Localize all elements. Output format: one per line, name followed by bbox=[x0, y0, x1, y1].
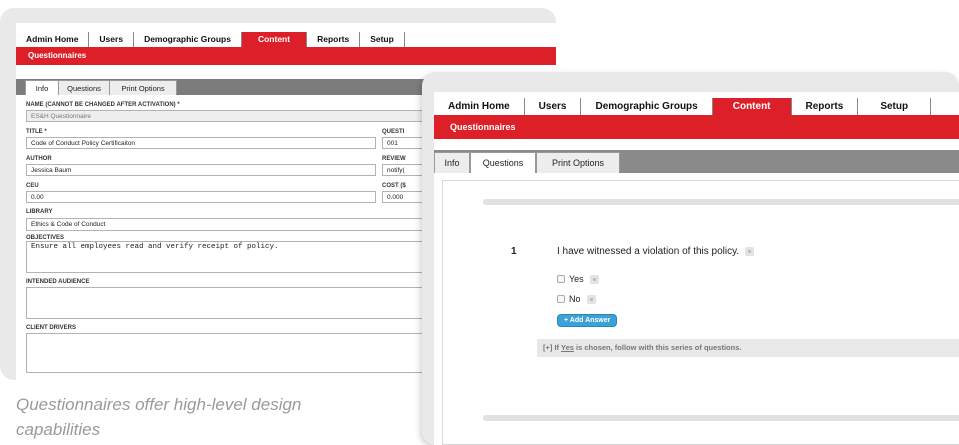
question-text-row[interactable]: I have witnessed a violation of this pol… bbox=[557, 246, 755, 257]
tab-print-options[interactable]: Print Options bbox=[109, 80, 177, 95]
nav-users[interactable]: Users bbox=[89, 32, 135, 47]
nav-content[interactable]: Content bbox=[712, 98, 792, 115]
subtab-bar: Info Questions Print Options bbox=[434, 150, 959, 173]
section-divider bbox=[483, 199, 959, 205]
tab-questions[interactable]: Questions bbox=[58, 80, 110, 95]
edit-icon[interactable] bbox=[586, 294, 596, 304]
nav-demographic-groups[interactable]: Demographic Groups bbox=[581, 98, 713, 115]
question-text: I have witnessed a violation of this pol… bbox=[557, 246, 740, 257]
nav-setup[interactable]: Setup bbox=[858, 98, 932, 115]
name-label: NAME (CANNOT BE CHANGED AFTER ACTIVATION… bbox=[26, 102, 180, 108]
tab-info[interactable]: Info bbox=[25, 80, 59, 95]
audience-label: INTENDED AUDIENCE bbox=[26, 279, 90, 285]
ceu-label: CEU bbox=[26, 183, 39, 189]
nav-users[interactable]: Users bbox=[525, 98, 582, 115]
top-nav: Admin Home Users Demographic Groups Cont… bbox=[434, 98, 959, 116]
question-editor: 1 I have witnessed a violation of this p… bbox=[442, 180, 959, 445]
nav-demographic-groups[interactable]: Demographic Groups bbox=[134, 32, 242, 47]
tab-questions[interactable]: Questions bbox=[470, 152, 536, 173]
nav-reports[interactable]: Reports bbox=[307, 32, 361, 47]
answer-label: No bbox=[569, 294, 581, 304]
author-label: AUTHOR bbox=[26, 156, 52, 162]
follow-suffix: is chosen, follow with this series of qu… bbox=[576, 343, 742, 352]
edit-icon[interactable] bbox=[745, 246, 755, 256]
follow-up-rule[interactable]: [+] If Yes is chosen, follow with this s… bbox=[537, 339, 959, 357]
nav-setup[interactable]: Setup bbox=[360, 32, 405, 47]
follow-prefix: [+] If bbox=[543, 343, 560, 352]
title-label: TITLE * bbox=[26, 129, 47, 135]
answer-label: Yes bbox=[569, 274, 584, 284]
question-number: 1 bbox=[511, 246, 517, 257]
cost-label: COST ($ bbox=[382, 183, 406, 189]
nav-reports[interactable]: Reports bbox=[792, 98, 859, 115]
nav-admin-home[interactable]: Admin Home bbox=[16, 32, 90, 47]
answer-yes: Yes bbox=[557, 274, 599, 284]
library-label: LIBRARY bbox=[26, 209, 53, 215]
tab-info[interactable]: Info bbox=[434, 152, 470, 173]
questions-screenshot-panel: Admin Home Users Demographic Groups Cont… bbox=[422, 72, 959, 445]
drivers-label: CLIENT DRIVERS bbox=[26, 325, 77, 331]
answer-no: No bbox=[557, 294, 596, 304]
author-field[interactable]: Jessica Baum bbox=[26, 164, 376, 176]
nav-content[interactable]: Content bbox=[241, 32, 308, 47]
answer-checkbox[interactable] bbox=[557, 275, 565, 283]
add-answer-button[interactable]: + Add Answer bbox=[557, 314, 618, 327]
tab-print-options[interactable]: Print Options bbox=[536, 152, 620, 173]
review-label: REVIEW bbox=[382, 156, 406, 162]
section-divider bbox=[483, 415, 959, 421]
edit-icon[interactable] bbox=[589, 274, 599, 284]
answer-checkbox[interactable] bbox=[557, 295, 565, 303]
top-nav: Admin Home Users Demographic Groups Cont… bbox=[16, 32, 556, 48]
nav-admin-home[interactable]: Admin Home bbox=[434, 98, 525, 115]
caption: Questionnaires offer high-level design c… bbox=[16, 395, 302, 439]
ceu-field[interactable]: 0.00 bbox=[26, 191, 376, 203]
follow-answer: Yes bbox=[561, 343, 574, 352]
section-title-bar: Questionnaires bbox=[16, 47, 556, 65]
question-label: QUESTI bbox=[382, 129, 405, 135]
section-title-bar: Questionnaires bbox=[434, 115, 959, 139]
questions-screen: Admin Home Users Demographic Groups Cont… bbox=[434, 92, 959, 445]
title-field[interactable]: Code of Conduct Policy Certificaiton bbox=[26, 137, 376, 149]
